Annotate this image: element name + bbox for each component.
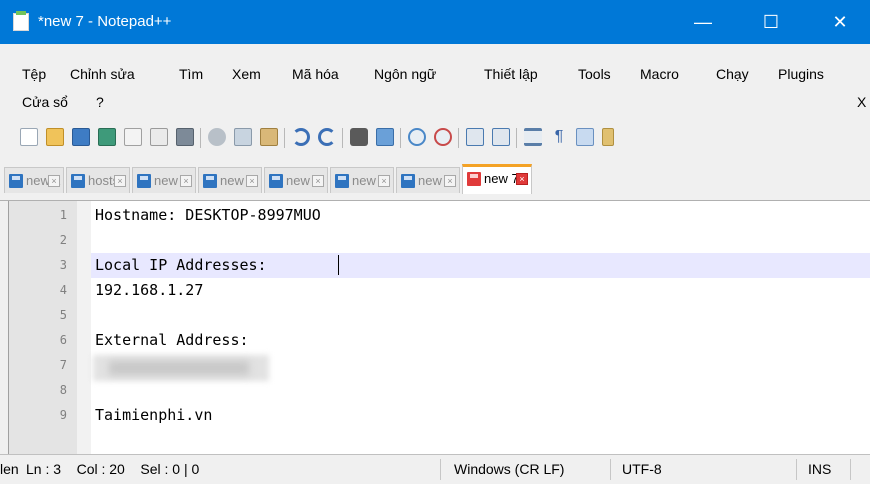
title-bar[interactable]: *new 7 - Notepad++ — ☐ ✕ bbox=[0, 0, 870, 44]
user-language-icon[interactable] bbox=[602, 128, 614, 146]
line-number: 8 bbox=[59, 383, 67, 397]
redo-icon[interactable] bbox=[318, 128, 336, 146]
tab-hosts[interactable]: hosts × bbox=[66, 167, 130, 193]
indent-guide-icon[interactable] bbox=[576, 128, 594, 146]
document-icon bbox=[203, 174, 217, 188]
tab-close-icon[interactable]: × bbox=[516, 173, 528, 185]
window-title: *new 7 - Notepad++ bbox=[38, 13, 172, 30]
tab-bar: new 1 × hosts × new 2 × new 3 × new 5 × … bbox=[0, 158, 870, 201]
document-icon bbox=[467, 172, 481, 186]
line-number: 4 bbox=[59, 283, 67, 297]
sync-horizontal-icon[interactable] bbox=[492, 128, 510, 146]
line-number: 9 bbox=[59, 408, 67, 422]
new-file-icon[interactable] bbox=[20, 128, 38, 146]
line-number: 6 bbox=[59, 333, 67, 347]
sync-vertical-icon[interactable] bbox=[466, 128, 484, 146]
menu-help[interactable]: ? bbox=[96, 92, 104, 112]
menu-edit[interactable]: Chỉnh sửa bbox=[70, 64, 135, 84]
show-all-chars-icon[interactable]: ¶ bbox=[550, 128, 568, 146]
tab-new-1[interactable]: new 1 × bbox=[4, 167, 64, 193]
status-position: Ln : 3 Col : 20 Sel : 0 | 0 bbox=[26, 461, 200, 477]
line-number: 5 bbox=[59, 308, 67, 322]
editor-area[interactable]: 1 2 3 4 5 6 7 8 9 Hostname: DESKTOP-8997… bbox=[8, 201, 870, 454]
menu-language[interactable]: Ngôn ngữ bbox=[374, 64, 436, 84]
zoom-in-icon[interactable] bbox=[408, 128, 426, 146]
fold-margin[interactable] bbox=[77, 201, 91, 454]
line-number: 7 bbox=[59, 358, 67, 372]
menu-plugins[interactable]: Plugins bbox=[778, 64, 824, 84]
menu-file[interactable]: Tệp bbox=[22, 64, 46, 84]
menu-search[interactable]: Tìm bbox=[179, 64, 203, 84]
tab-close-icon[interactable]: × bbox=[312, 175, 324, 187]
line-number: 1 bbox=[59, 208, 67, 222]
save-icon[interactable] bbox=[72, 128, 90, 146]
tab-new-5[interactable]: new 5 × bbox=[264, 167, 328, 193]
tab-new-6[interactable]: new 6 × bbox=[396, 167, 460, 193]
code-line[interactable]: Taimienphi.vn bbox=[95, 405, 212, 425]
notepad-plus-plus-icon bbox=[13, 11, 29, 31]
tab-new-7[interactable]: new 7 × bbox=[462, 164, 532, 194]
menu-view[interactable]: Xem bbox=[232, 64, 261, 84]
undo-icon[interactable] bbox=[292, 128, 310, 146]
paste-icon[interactable] bbox=[260, 128, 278, 146]
tab-close-icon[interactable]: × bbox=[378, 175, 390, 187]
copy-icon[interactable] bbox=[234, 128, 252, 146]
open-file-icon[interactable] bbox=[46, 128, 64, 146]
status-insert-mode: INS bbox=[808, 461, 832, 477]
status-bar: len Ln : 3 Col : 20 Sel : 0 | 0 Windows … bbox=[0, 454, 870, 484]
print-icon[interactable] bbox=[176, 128, 194, 146]
document-icon bbox=[269, 174, 283, 188]
tab-close-icon[interactable]: × bbox=[114, 175, 126, 187]
close-icon[interactable] bbox=[124, 128, 142, 146]
status-encoding[interactable]: UTF-8 bbox=[622, 461, 662, 477]
menu-macro[interactable]: Macro bbox=[640, 64, 679, 84]
tab-new-3[interactable]: new 3 × bbox=[198, 167, 262, 193]
menu-run[interactable]: Chạy bbox=[716, 64, 749, 84]
code-line[interactable]: External Address: bbox=[95, 330, 249, 350]
document-icon bbox=[401, 174, 415, 188]
cut-icon[interactable] bbox=[208, 128, 226, 146]
word-wrap-icon[interactable] bbox=[524, 128, 542, 146]
find-icon[interactable] bbox=[350, 128, 368, 146]
maximize-button[interactable]: ☐ bbox=[746, 0, 796, 44]
code-line[interactable]: 192.168.1.27 bbox=[95, 280, 203, 300]
document-icon bbox=[137, 174, 151, 188]
status-length: len bbox=[0, 461, 19, 477]
toolbar: ¶ bbox=[0, 120, 870, 158]
tab-close-icon[interactable]: × bbox=[48, 175, 60, 187]
tab-new-4[interactable]: new 4 × bbox=[330, 167, 394, 193]
document-icon bbox=[71, 174, 85, 188]
tab-close-icon[interactable]: × bbox=[246, 175, 258, 187]
tab-label: new 7 bbox=[484, 171, 519, 186]
document-icon bbox=[9, 174, 23, 188]
menu-bar: Tệp Chỉnh sửa Tìm Xem Mã hóa Ngôn ngữ Th… bbox=[0, 44, 870, 120]
replace-icon[interactable] bbox=[376, 128, 394, 146]
menu-settings[interactable]: Thiết lập bbox=[484, 64, 538, 84]
close-button[interactable]: ✕ bbox=[815, 0, 865, 44]
tab-close-icon[interactable]: × bbox=[444, 175, 456, 187]
status-eol[interactable]: Windows (CR LF) bbox=[454, 461, 564, 477]
tab-close-icon[interactable]: × bbox=[180, 175, 192, 187]
line-number: 2 bbox=[59, 233, 67, 247]
close-document-button[interactable]: X bbox=[857, 92, 866, 112]
close-all-icon[interactable] bbox=[150, 128, 168, 146]
zoom-out-icon[interactable] bbox=[434, 128, 452, 146]
menu-encoding[interactable]: Mã hóa bbox=[292, 64, 339, 84]
redacted-address-blur bbox=[109, 361, 249, 375]
line-number: 3 bbox=[59, 258, 67, 272]
tab-new-2[interactable]: new 2 × bbox=[132, 167, 196, 193]
menu-tools[interactable]: Tools bbox=[578, 64, 611, 84]
code-line[interactable]: Local IP Addresses: bbox=[95, 255, 267, 275]
code-line[interactable]: Hostname: DESKTOP-8997MUO bbox=[95, 205, 321, 225]
minimize-button[interactable]: — bbox=[678, 0, 728, 44]
document-icon bbox=[335, 174, 349, 188]
save-all-icon[interactable] bbox=[98, 128, 116, 146]
menu-window[interactable]: Cửa sổ bbox=[22, 92, 68, 112]
text-caret bbox=[338, 255, 339, 275]
